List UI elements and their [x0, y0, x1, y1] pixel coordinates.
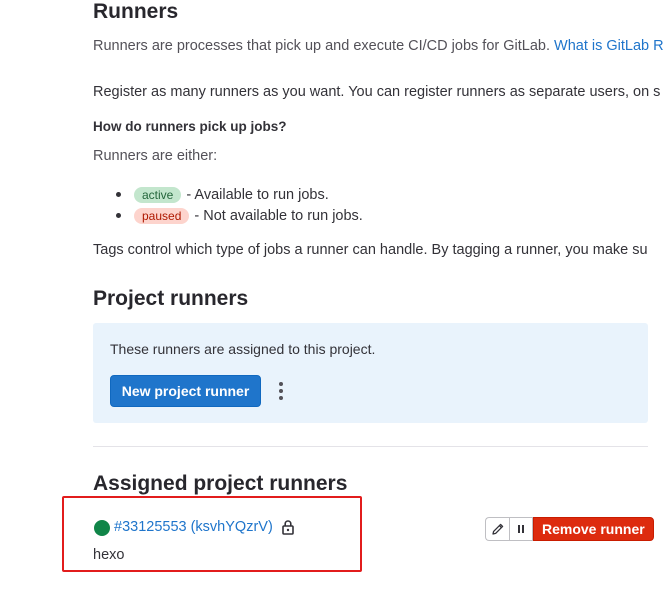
runners-description-text: Runners are processes that pick up and e…	[93, 38, 550, 54]
section-divider	[93, 446, 648, 447]
either-text: Runners are either:	[93, 148, 218, 164]
active-badge: active	[134, 186, 182, 203]
runner-link[interactable]: #33125553 (ksvhYQzrV)	[114, 519, 273, 535]
runners-heading: Runners	[93, 0, 179, 23]
active-description: - Available to run jobs.	[186, 186, 329, 203]
vertical-ellipsis-icon[interactable]	[272, 380, 290, 402]
remove-runner-button[interactable]: Remove runner	[533, 517, 654, 541]
paused-description: - Not available to run jobs.	[194, 207, 363, 224]
runner-states-list: active - Available to run jobs. paused -…	[116, 184, 363, 226]
project-runners-heading: Project runners	[93, 287, 249, 310]
runner-tag: hexo	[93, 547, 125, 563]
what-is-runner-link[interactable]: What is GitLab R	[554, 38, 664, 54]
new-project-runner-button[interactable]: New project runner	[110, 375, 261, 407]
register-text: Register as many runners as you want. Yo…	[93, 84, 661, 100]
pause-icon	[518, 525, 524, 533]
pause-runner-button[interactable]	[509, 517, 533, 541]
runners-description: Runners are processes that pick up and e…	[93, 38, 664, 54]
edit-runner-button[interactable]	[485, 517, 509, 541]
runner-online-status-icon	[94, 520, 110, 536]
paused-badge: paused	[134, 207, 190, 224]
pencil-icon	[491, 523, 503, 535]
list-item: paused - Not available to run jobs.	[116, 205, 363, 226]
runner-actions: Remove runner	[485, 517, 654, 541]
project-runners-info-text: These runners are assigned to this proje…	[110, 341, 376, 357]
bullet-icon	[116, 213, 121, 218]
tags-text: Tags control which type of jobs a runner…	[93, 242, 648, 258]
project-runners-info-box	[93, 323, 648, 423]
assigned-runners-heading: Assigned project runners	[93, 472, 348, 495]
lock-icon	[282, 520, 294, 535]
page: Runners Runners are processes that pick …	[0, 0, 667, 592]
bullet-icon	[116, 192, 121, 197]
list-item: active - Available to run jobs.	[116, 184, 363, 205]
how-heading: How do runners pick up jobs?	[93, 119, 287, 134]
